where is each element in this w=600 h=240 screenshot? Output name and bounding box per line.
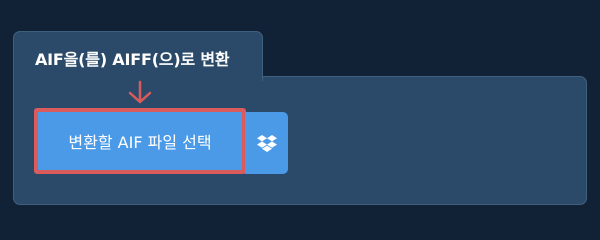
select-file-label: 변환할 AIF 파일 선택: [68, 133, 212, 152]
select-file-button[interactable]: 변환할 AIF 파일 선택: [34, 108, 246, 174]
dropbox-icon: [256, 134, 277, 152]
converter-tab: AIF을(를) AIFF(으)로 변환: [13, 31, 263, 81]
dropbox-button[interactable]: [245, 112, 288, 174]
converter-title: AIF을(를) AIFF(으)로 변환: [35, 50, 230, 69]
upload-button-group: 변환할 AIF 파일 선택: [34, 108, 288, 174]
down-arrow-icon: [128, 80, 152, 104]
